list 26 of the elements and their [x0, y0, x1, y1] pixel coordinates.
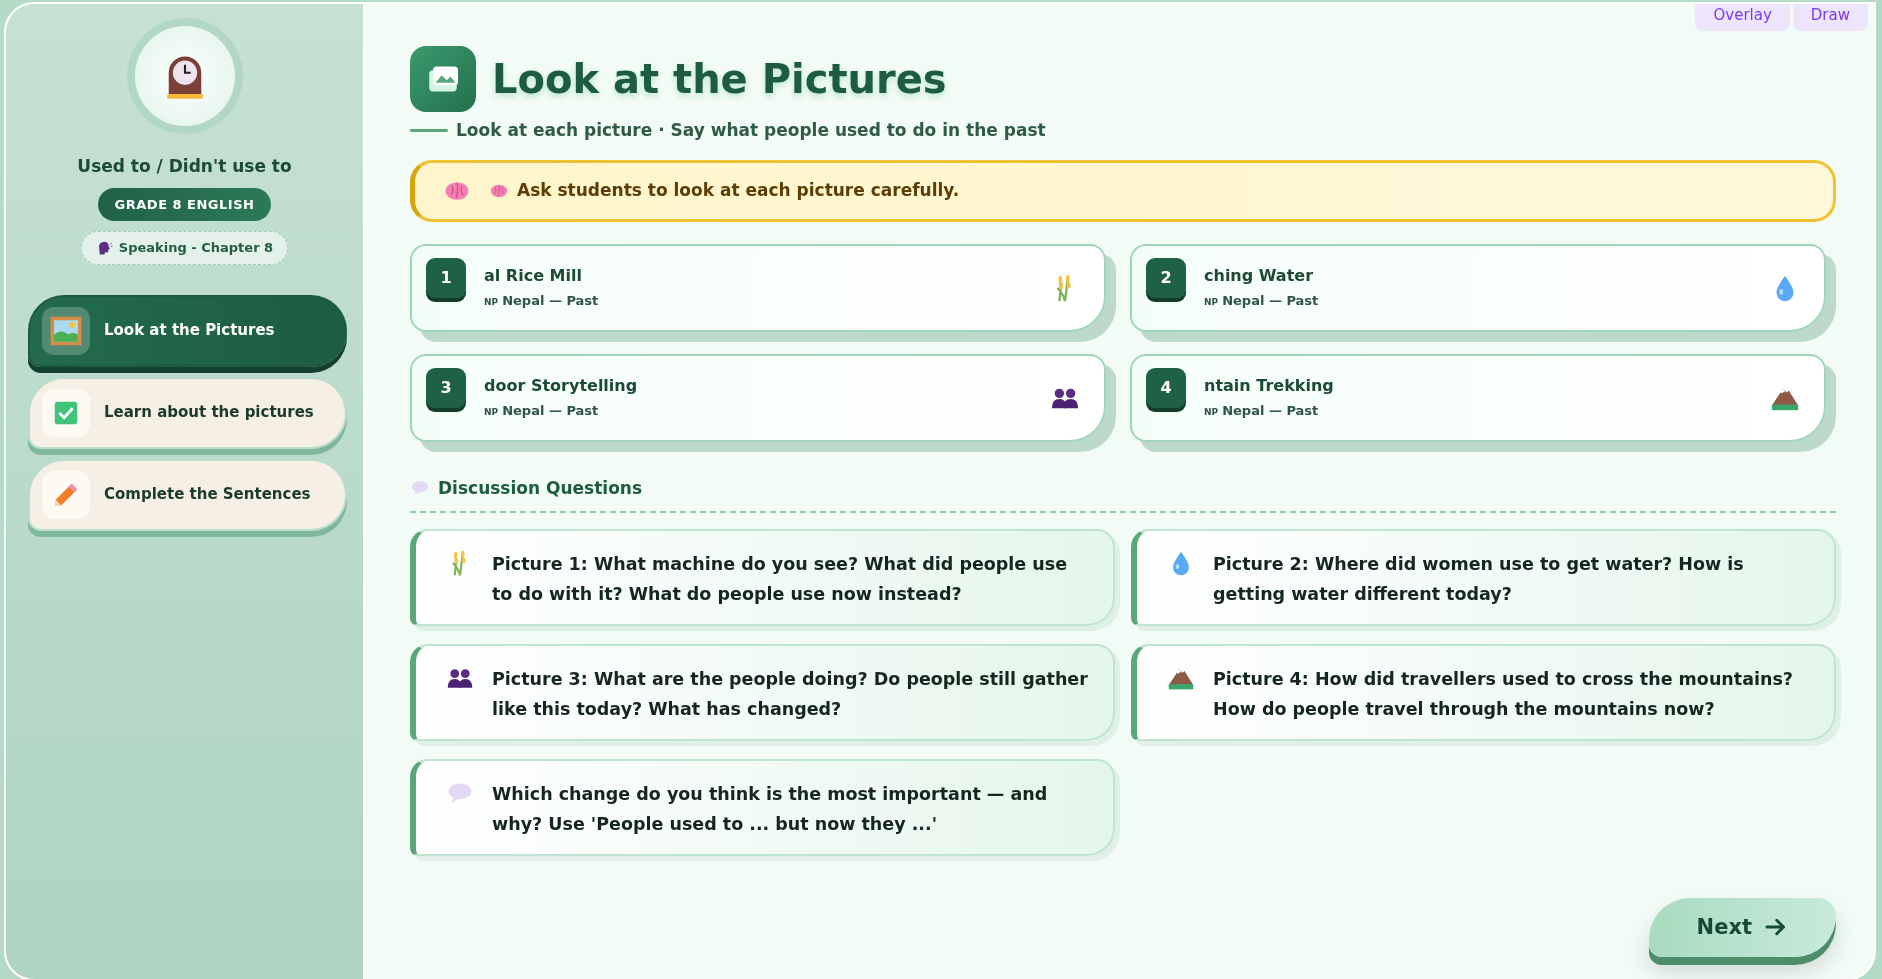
country-code: NP: [484, 406, 499, 420]
chapter-label: Speaking - Chapter 8: [118, 239, 274, 257]
page-title: Look at the Pictures: [492, 55, 947, 103]
picture-subtitle: Nepal — Past: [1222, 292, 1319, 311]
question-text: Picture 1: What machine do you see? What did people use to do with it? What do people use now instead?: [492, 553, 1069, 606]
picture-subtitle: Nepal — Past: [502, 292, 599, 311]
picture-title: ching Water: [1204, 265, 1315, 288]
country-code: NP: [1204, 406, 1219, 420]
picture-title: al Rice Mill: [484, 265, 583, 288]
picture-subtitle: Nepal — Past: [502, 402, 599, 421]
grade-label: GRADE 8 ENGLISH: [97, 187, 272, 221]
lesson-title: Used to / Didn't use to: [77, 155, 292, 178]
country-code: NP: [484, 296, 499, 310]
toolbar-button[interactable]: Draw: [1792, 4, 1868, 31]
question-text: Which change do you think is the most important — and why? Use 'People used to ... but now they ...': [492, 783, 1049, 836]
question-text: Picture 4: How did travellers used to cross the mountains? How do people travel through the mountains now?: [1213, 668, 1794, 721]
picture-title: ntain Trekking: [1204, 375, 1335, 398]
question-text: Picture 3: What are the people doing? Do people still gather like this today? What has changed?: [492, 668, 1089, 721]
picture-title: door Storytelling: [484, 375, 639, 398]
tip-text: Ask students to look at each picture carefully.: [517, 178, 960, 202]
toolbar-button[interactable]: Overlay: [1695, 4, 1790, 31]
page-subtitle: Look at each picture · Say what people used to do in the past: [410, 118, 1836, 144]
picture-subtitle: Nepal — Past: [1222, 402, 1319, 421]
question-text: Picture 2: Where did women use to get water? How is getting water different today?: [1213, 553, 1745, 606]
country-code: NP: [1204, 296, 1219, 310]
section-heading: Discussion Questions: [438, 476, 643, 500]
